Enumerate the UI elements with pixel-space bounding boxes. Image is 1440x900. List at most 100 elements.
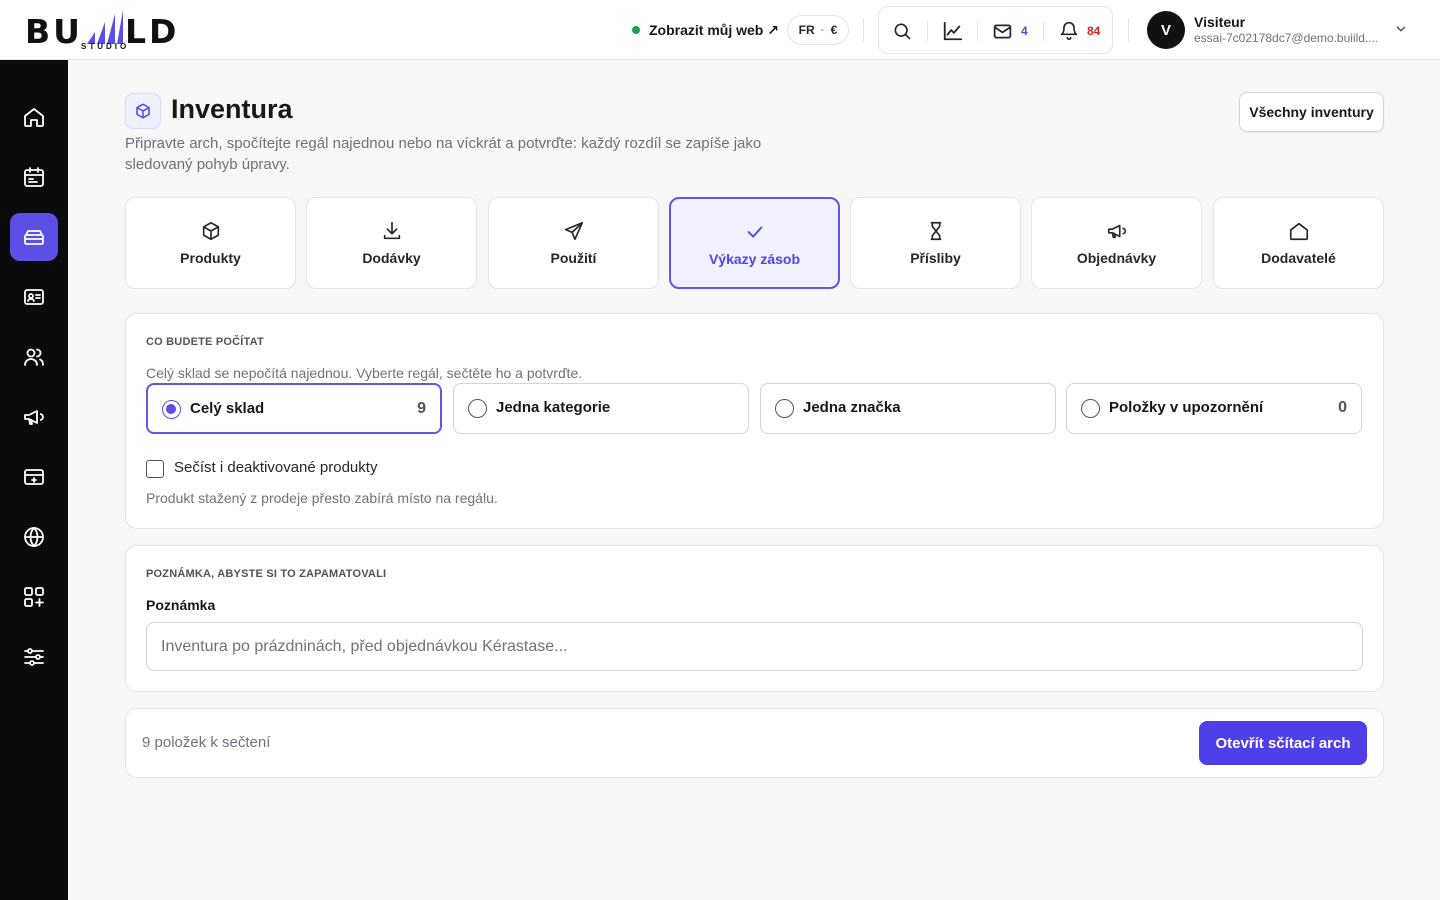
tab-orders[interactable]: Objednávky [1031,197,1202,289]
tab-label: Dodávky [362,250,421,266]
check-icon [747,226,762,238]
tab-label: Přísliby [910,250,961,266]
tab-suppliers[interactable]: Dodavatelé [1213,197,1384,289]
radio[interactable] [468,399,487,418]
divider [1128,18,1129,42]
action-bar: 9 položek k sečtení Otevřít sčítací arch [125,708,1384,778]
mail-count-badge: 4 [1021,24,1028,38]
sidebar-item-home[interactable] [10,93,58,141]
option-label: Jedna značka [803,399,901,416]
page-description: Připravte arch, spočítejte regál najedno… [125,135,762,173]
view-site-link[interactable]: Zobrazit můj web ↗ [632,20,779,40]
brand-logo[interactable]: BU LD STUDIO [25,8,185,52]
open-count-sheet-button[interactable]: Otevřít sčítací arch [1199,721,1367,765]
scope-card: Co budete počítat Celý sklad se nepočítá… [125,313,1384,529]
language-code: FR [798,23,815,37]
tab-label: Použití [550,250,597,266]
stats-button[interactable] [942,19,964,43]
sidebar-item-register[interactable] [10,453,58,501]
option-count: 9 [417,400,426,417]
home-icon [1289,222,1308,241]
avatar: V [1147,11,1185,49]
page-icon [125,93,161,129]
section-title: Co budete počítat [146,336,264,348]
register-icon [24,469,44,485]
radio[interactable] [1081,399,1100,418]
logo-subtitle: STUDIO [81,42,130,51]
mail-button[interactable]: 4 [992,19,1028,43]
inventory-icon [24,230,44,245]
language-currency-switch[interactable]: FR · € [787,15,849,45]
tab-usage[interactable]: Použití [488,197,659,289]
status-dot [632,26,640,34]
option-label: Položky v upozornění [1109,399,1264,416]
option-one-category[interactable]: Jedna kategorie [453,383,749,434]
users-icon [24,348,44,366]
tab-deliveries[interactable]: Dodávky [306,197,477,289]
option-label: Jedna kategorie [496,399,611,416]
user-email: essai-7c02178dc7@demo.buiild.... [1194,31,1379,45]
page-title: Inventura [171,94,293,124]
tab-promises[interactable]: Přísliby [850,197,1021,289]
tab-label: Produkty [180,250,241,266]
logo-text-left: BU [25,12,83,51]
sidebar [0,60,68,900]
section-title: Poznámka, abyste si to zapamatovali [146,568,387,580]
tab-stock-reports[interactable]: Výkazy zásob [669,197,840,289]
sidebar-item-settings[interactable] [10,633,58,681]
radio[interactable] [775,399,794,418]
box-icon [136,103,150,119]
currency-symbol: € [830,23,838,37]
mail-icon [993,24,1012,38]
include-deactivated-checkbox[interactable] [146,460,164,478]
sidebar-item-inventory[interactable] [10,213,58,261]
option-count: 0 [1338,399,1347,416]
sidebar-item-clients[interactable] [10,333,58,381]
megaphone-icon [24,410,44,425]
section-description: Celý sklad se nepočítá najednou. Vyberte… [146,365,583,381]
home-icon [24,108,44,127]
note-label: Poznámka [146,597,216,613]
option-whole-warehouse[interactable]: Celý sklad 9 [146,383,442,434]
checkbox-label[interactable]: Sečíst i deaktivované produkty [174,459,377,476]
sidebar-item-apps[interactable] [10,573,58,621]
box-icon [202,221,219,241]
sidebar-item-marketing[interactable] [10,393,58,441]
search-icon [894,23,911,40]
checkbox-help-text: Produkt stažený z prodeje přesto zabírá … [146,490,498,506]
logo-text-right: LD [125,12,180,51]
radio[interactable] [162,400,181,419]
top-bar: BU LD STUDIO Zobrazit můj web ↗ FR · € 4… [0,0,1440,60]
all-inventories-button[interactable]: Všechny inventury [1239,92,1384,132]
send-icon [564,221,583,241]
notifications-button[interactable]: 84 [1059,19,1100,43]
option-alert-items[interactable]: Položky v upozornění 0 [1066,383,1362,434]
sidebar-item-calendar[interactable] [10,153,58,201]
sidebar-item-website[interactable] [10,513,58,561]
megaphone-icon [1107,224,1126,239]
tab-label: Dodavatelé [1261,250,1336,266]
view-site-label: Zobrazit můj web ↗ [649,21,779,38]
option-label: Celý sklad [190,400,265,417]
hourglass-icon [930,221,941,241]
tab-products[interactable]: Produkty [125,197,296,289]
option-one-brand[interactable]: Jedna značka [760,383,1056,434]
chart-line-icon [943,21,963,41]
apps-icon [24,587,44,607]
notification-count-badge: 84 [1087,24,1101,38]
note-card: Poznámka, abyste si to zapamatovali Pozn… [125,545,1384,692]
calendar-icon [24,167,44,187]
contact-card-icon [24,289,44,305]
note-input[interactable] [146,622,1363,671]
user-name: Visiteur [1194,14,1246,30]
tab-label: Výkazy zásob [708,251,801,267]
download-icon [383,221,400,240]
tab-label: Objednávky [1076,250,1157,266]
search-button[interactable] [892,19,912,43]
divider [863,18,864,42]
bell-icon [1060,21,1078,41]
globe-icon [24,526,44,548]
chevron-down-icon[interactable] [1394,22,1408,36]
items-count-text: 9 položek k sečtení [142,734,271,751]
sidebar-item-contacts[interactable] [10,273,58,321]
